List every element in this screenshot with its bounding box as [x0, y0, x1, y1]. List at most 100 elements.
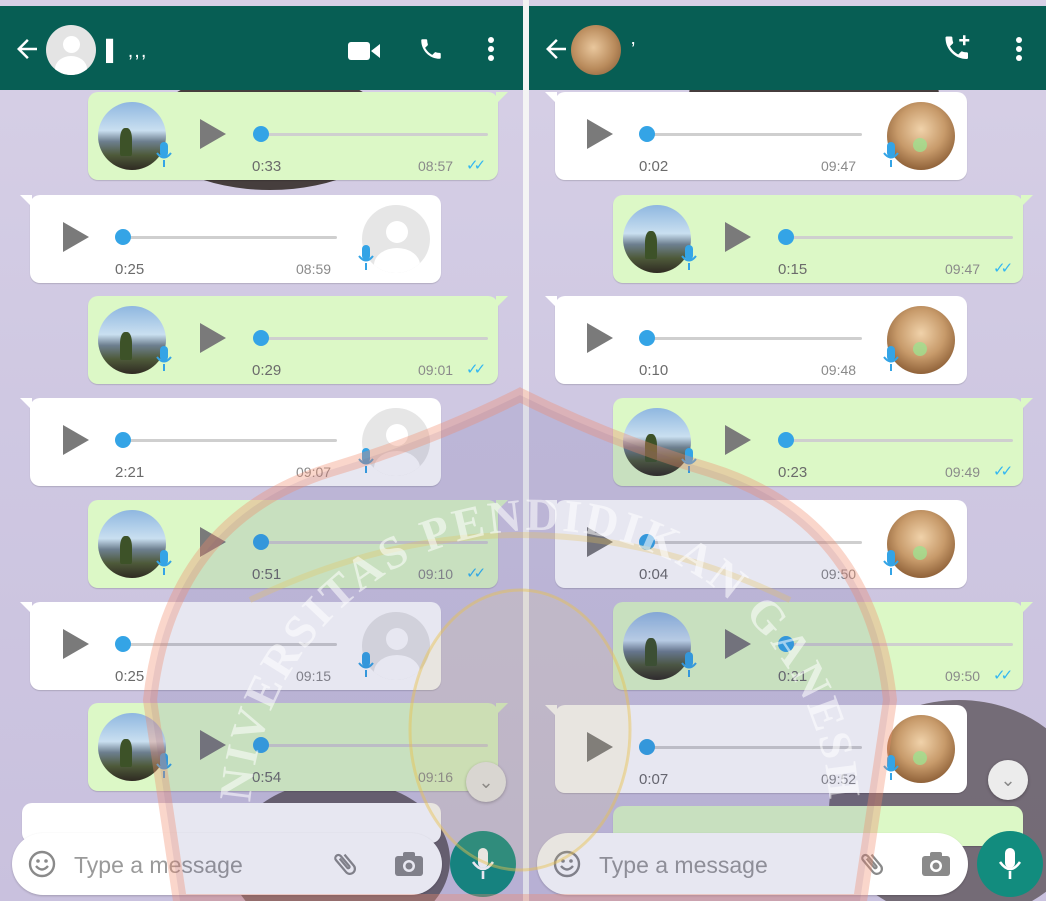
- add-call-icon[interactable]: [943, 34, 973, 64]
- audio-progress-track[interactable]: [785, 439, 1013, 442]
- audio-progress-track[interactable]: [260, 337, 488, 340]
- camera-icon[interactable]: [921, 851, 951, 877]
- audio-progress-track[interactable]: [260, 744, 488, 747]
- contact-avatar[interactable]: [46, 25, 96, 75]
- audio-progress-knob[interactable]: [253, 330, 269, 346]
- audio-progress-knob[interactable]: [639, 534, 655, 550]
- message-input-placeholder[interactable]: Type a message: [74, 852, 243, 879]
- chat-header: ʼ: [529, 6, 1046, 90]
- audio-progress-track[interactable]: [647, 541, 862, 544]
- voice-message-incoming[interactable]: 0:07 09:52: [545, 705, 967, 793]
- voice-call-icon[interactable]: [418, 36, 444, 62]
- audio-progress-track[interactable]: [785, 643, 1013, 646]
- more-vert-icon[interactable]: [486, 36, 496, 62]
- contact-avatar[interactable]: [571, 25, 621, 75]
- play-button[interactable]: [587, 527, 613, 557]
- voice-message-outgoing[interactable]: 0:21 09:50 ✓✓: [613, 602, 1033, 690]
- emoji-icon[interactable]: [28, 850, 56, 878]
- audio-progress-track[interactable]: [123, 236, 337, 239]
- audio-progress-knob[interactable]: [778, 636, 794, 652]
- play-button[interactable]: [725, 425, 751, 455]
- play-button[interactable]: [725, 629, 751, 659]
- audio-progress-knob[interactable]: [253, 737, 269, 753]
- voice-message-incoming[interactable]: 0:10 09:48: [545, 296, 967, 384]
- message-time: 09:47: [821, 158, 857, 174]
- contact-name[interactable]: ▌ ,,,: [106, 40, 147, 63]
- more-vert-icon[interactable]: [1014, 36, 1024, 62]
- play-button[interactable]: [587, 119, 613, 149]
- voice-message-incoming[interactable]: 0:25 09:15: [20, 602, 441, 690]
- audio-progress-knob[interactable]: [778, 432, 794, 448]
- audio-progress-track[interactable]: [260, 133, 488, 136]
- audio-progress-knob[interactable]: [778, 229, 794, 245]
- read-ticks-icon: ✓✓: [466, 565, 486, 582]
- arrow-left-icon[interactable]: [12, 34, 42, 64]
- attach-icon[interactable]: [330, 849, 360, 879]
- message-time: 09:47: [945, 261, 981, 277]
- audio-progress-knob[interactable]: [115, 229, 131, 245]
- voice-message-incoming[interactable]: 2:21 09:07: [20, 398, 441, 486]
- play-button[interactable]: [63, 629, 89, 659]
- voice-message-outgoing[interactable]: 0:51 09:10 ✓✓: [88, 500, 508, 588]
- play-button[interactable]: [587, 323, 613, 353]
- voice-message-incoming[interactable]: 0:25 08:59: [20, 195, 441, 283]
- play-button[interactable]: [200, 323, 226, 353]
- voice-message-outgoing[interactable]: 0:29 09:01 ✓✓: [88, 296, 508, 384]
- mic-icon: [358, 652, 374, 677]
- camera-icon[interactable]: [394, 851, 424, 877]
- message-input-placeholder[interactable]: Type a message: [599, 852, 768, 879]
- voice-record-button[interactable]: [450, 831, 516, 897]
- voice-message-incoming[interactable]: 0:02 09:47: [545, 92, 967, 180]
- play-button[interactable]: [200, 730, 226, 760]
- chat-panel-right: ʼ 0:02 09:47 0:15 09:47 ✓✓ 0:10 09:48 0:…: [529, 0, 1046, 901]
- emoji-icon[interactable]: [553, 850, 581, 878]
- voice-message-outgoing[interactable]: 0:54 09:16: [88, 703, 508, 791]
- voice-record-button[interactable]: [977, 831, 1043, 897]
- audio-progress-knob[interactable]: [115, 636, 131, 652]
- voice-duration: 0:33: [252, 158, 282, 175]
- chat-header: ▌ ,,,: [0, 6, 523, 90]
- audio-progress-track[interactable]: [647, 337, 862, 340]
- audio-progress-knob[interactable]: [639, 739, 655, 755]
- read-ticks-icon: ✓✓: [993, 463, 1013, 480]
- voice-duration: 0:51: [252, 566, 282, 583]
- scroll-down-button[interactable]: ⌄: [988, 760, 1028, 800]
- play-button[interactable]: [587, 732, 613, 762]
- audio-progress-knob[interactable]: [639, 126, 655, 142]
- mic-icon: [156, 753, 172, 778]
- audio-progress-track[interactable]: [260, 541, 488, 544]
- message-time: 09:07: [296, 464, 332, 480]
- voice-message-outgoing[interactable]: 0:23 09:49 ✓✓: [613, 398, 1033, 486]
- audio-progress-track[interactable]: [647, 133, 862, 136]
- audio-progress-track[interactable]: [647, 746, 862, 749]
- chat-panel-left: ▌ ,,, 0:33 08:57 ✓✓ 0:25 08:59 0:29 09:0…: [0, 0, 523, 901]
- video-call-icon[interactable]: [348, 40, 380, 62]
- voice-duration: 0:07: [639, 771, 669, 788]
- arrow-left-icon[interactable]: [541, 34, 571, 64]
- message-time: 09:52: [821, 771, 857, 787]
- play-button[interactable]: [63, 425, 89, 455]
- voice-message-outgoing[interactable]: 0:33 08:57 ✓✓: [88, 92, 508, 180]
- audio-progress-track[interactable]: [123, 643, 337, 646]
- audio-progress-knob[interactable]: [253, 534, 269, 550]
- contact-name[interactable]: ʼ: [631, 40, 636, 63]
- mic-icon: [681, 448, 697, 473]
- voice-message-incoming[interactable]: 0:04 09:50: [545, 500, 967, 588]
- audio-progress-knob[interactable]: [253, 126, 269, 142]
- audio-progress-track[interactable]: [785, 236, 1013, 239]
- play-button[interactable]: [200, 527, 226, 557]
- mic-icon: [358, 245, 374, 270]
- play-button[interactable]: [200, 119, 226, 149]
- play-button[interactable]: [63, 222, 89, 252]
- voice-duration: 0:23: [778, 464, 808, 481]
- voice-message-outgoing[interactable]: 0:15 09:47 ✓✓: [613, 195, 1033, 283]
- attach-icon[interactable]: [857, 849, 887, 879]
- play-button[interactable]: [725, 222, 751, 252]
- message-input[interactable]: Type a message: [12, 833, 442, 895]
- audio-progress-knob[interactable]: [115, 432, 131, 448]
- audio-progress-track[interactable]: [123, 439, 337, 442]
- scroll-down-button[interactable]: ⌄: [466, 762, 506, 802]
- read-ticks-icon: ✓✓: [993, 260, 1013, 277]
- message-input[interactable]: Type a message: [537, 833, 968, 895]
- audio-progress-knob[interactable]: [639, 330, 655, 346]
